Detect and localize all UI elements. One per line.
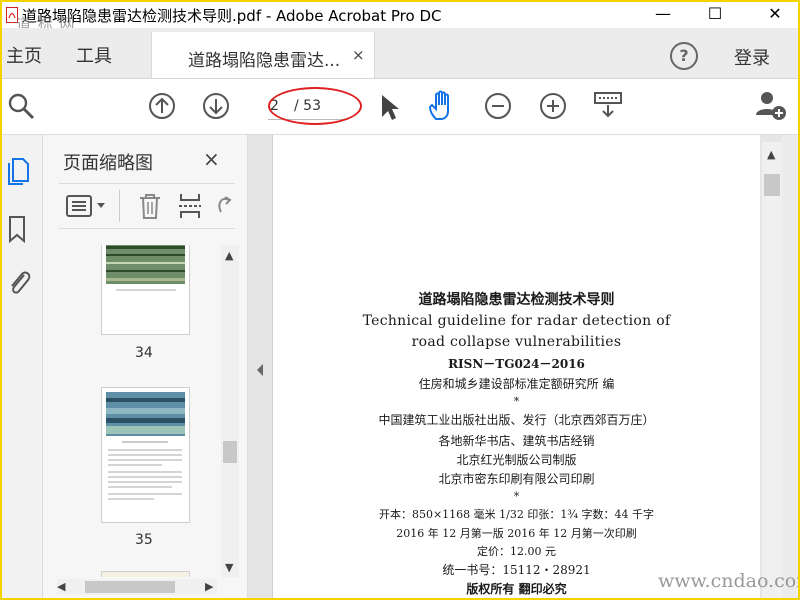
navigation-rail [2, 135, 43, 598]
document-page: 道路塌陷隐患雷达检测技术导则 Technical guideline for r… [273, 135, 760, 598]
help-button[interactable]: ? [670, 42, 698, 70]
document-tab[interactable]: 道路塌陷隐患雷达... × [151, 32, 375, 78]
page-display-options-icon[interactable] [592, 90, 624, 120]
document-printer: 北京市密东印刷有限公司印刷 [438, 472, 595, 486]
thumbnail-page-number: 34 [135, 345, 153, 361]
minimize-button[interactable]: — [640, 2, 686, 28]
scrollbar-thumb[interactable] [85, 581, 175, 593]
thumbnails-horizontal-scrollbar[interactable]: ◀ ▶ [57, 579, 217, 595]
thumbnail-page-34[interactable] [101, 245, 190, 335]
document-view[interactable]: 道路塌陷隐患雷达检测技术导则 Technical guideline for r… [272, 135, 761, 598]
bookmark-icon[interactable] [8, 215, 26, 243]
scroll-left-arrow-icon[interactable]: ◀ [57, 580, 65, 593]
separator-star: * [513, 395, 520, 408]
delete-page-icon[interactable] [137, 192, 163, 220]
document-title-cn: 道路塌陷隐患雷达检测技术导则 [418, 292, 615, 308]
document-tab-close-button[interactable]: × [352, 46, 365, 64]
panel-collapse-handle[interactable] [248, 135, 272, 598]
document-typeset: 北京红光制版公司制版 [456, 453, 577, 467]
insert-page-icon[interactable] [177, 192, 203, 220]
menu-tools[interactable]: 工具 [76, 42, 112, 68]
document-vertical-scrollbar[interactable]: ▲ [762, 142, 782, 598]
scroll-up-arrow-icon[interactable]: ▲ [767, 148, 775, 161]
thumbnails-list: 34 35 [43, 245, 221, 577]
document-code: RISN－TG024－2016 [448, 357, 585, 371]
maximize-button[interactable]: ☐ [692, 2, 738, 28]
thumbnail-options-icon[interactable] [65, 194, 109, 218]
login-button[interactable]: 登录 [734, 44, 770, 70]
attachment-icon[interactable] [6, 267, 32, 297]
previous-page-icon[interactable] [148, 92, 176, 120]
window-title: 道路塌陷隐患雷达检测技术导则.pdf - Adobe Acrobat Pro D… [22, 7, 442, 25]
scrollbar-thumb[interactable] [764, 174, 780, 196]
document-editor: 住房和城乡建设部标准定额研究所 编 [418, 377, 615, 391]
menu-bar: 主页 工具 道路塌陷隐患雷达... × ? 登录 [2, 28, 798, 79]
document-format: 开本：850×1168 毫米 1/32 印张：1¾ 字数：44 千字 [378, 508, 655, 521]
add-user-icon[interactable] [754, 89, 788, 121]
collapse-arrow-icon[interactable] [255, 363, 265, 377]
rotate-page-icon[interactable] [215, 194, 233, 218]
annotation-ellipse [268, 87, 362, 125]
thumbnails-toolbar [59, 183, 235, 229]
toolbar: 2 / 53 [2, 79, 798, 135]
thumbnail-page-35[interactable] [101, 387, 190, 523]
thumbnails-title: 页面缩略图 [63, 153, 153, 174]
toolbar-divider [119, 190, 120, 222]
right-rail [782, 135, 798, 598]
hand-tool-icon[interactable] [426, 89, 460, 123]
thumbnail-page-36[interactable] [101, 571, 190, 577]
scroll-up-arrow-icon[interactable]: ▲ [225, 249, 233, 262]
scroll-down-arrow-icon[interactable]: ▼ [225, 561, 233, 574]
document-distributor: 各地新华书店、建筑书店经销 [438, 434, 595, 448]
zoom-out-icon[interactable] [484, 92, 512, 120]
document-title-en-line2: road collapse vulnerabilities [411, 334, 622, 350]
page-thumbnails-icon[interactable] [6, 155, 30, 185]
next-page-icon[interactable] [202, 92, 230, 120]
watermark-bottom-right: www.cndao.com [658, 570, 800, 592]
select-cursor-icon[interactable] [378, 92, 400, 122]
acrobat-window: 道路塌陷隐患雷达检测技术导则.pdf - Adobe Acrobat Pro D… [0, 0, 800, 600]
document-publisher: 中国建筑工业出版社出版、发行（北京西郊百万庄） [378, 413, 655, 427]
thumbnails-panel: 页面缩略图 × 34 35 ▲ ▼ ◀ ▶ [43, 135, 248, 598]
document-price: 定价：12.00 元 [477, 545, 556, 558]
separator-star: * [513, 490, 520, 503]
close-window-button[interactable]: ✕ [752, 2, 798, 28]
menu-home[interactable]: 主页 [6, 42, 42, 68]
thumbnail-page-number: 35 [135, 532, 153, 548]
thumbnail-image [106, 392, 185, 500]
zoom-search-icon[interactable] [6, 91, 36, 121]
document-edition: 2016 年 12 月第一版 2016 年 12 月第一次印刷 [396, 527, 637, 540]
zoom-in-icon[interactable] [539, 92, 567, 120]
document-tab-label: 道路塌陷隐患雷达... [188, 51, 341, 71]
document-title-en-line1: Technical guideline for radar detection … [362, 313, 671, 329]
scrollbar-thumb[interactable] [223, 441, 237, 463]
thumbnail-image [106, 245, 185, 291]
thumbnails-vertical-scrollbar[interactable]: ▲ ▼ [221, 245, 239, 577]
scroll-right-arrow-icon[interactable]: ▶ [205, 580, 213, 593]
thumbnails-close-button[interactable]: × [203, 147, 220, 171]
title-bar: 道路塌陷隐患雷达检测技术导则.pdf - Adobe Acrobat Pro D… [2, 2, 798, 33]
